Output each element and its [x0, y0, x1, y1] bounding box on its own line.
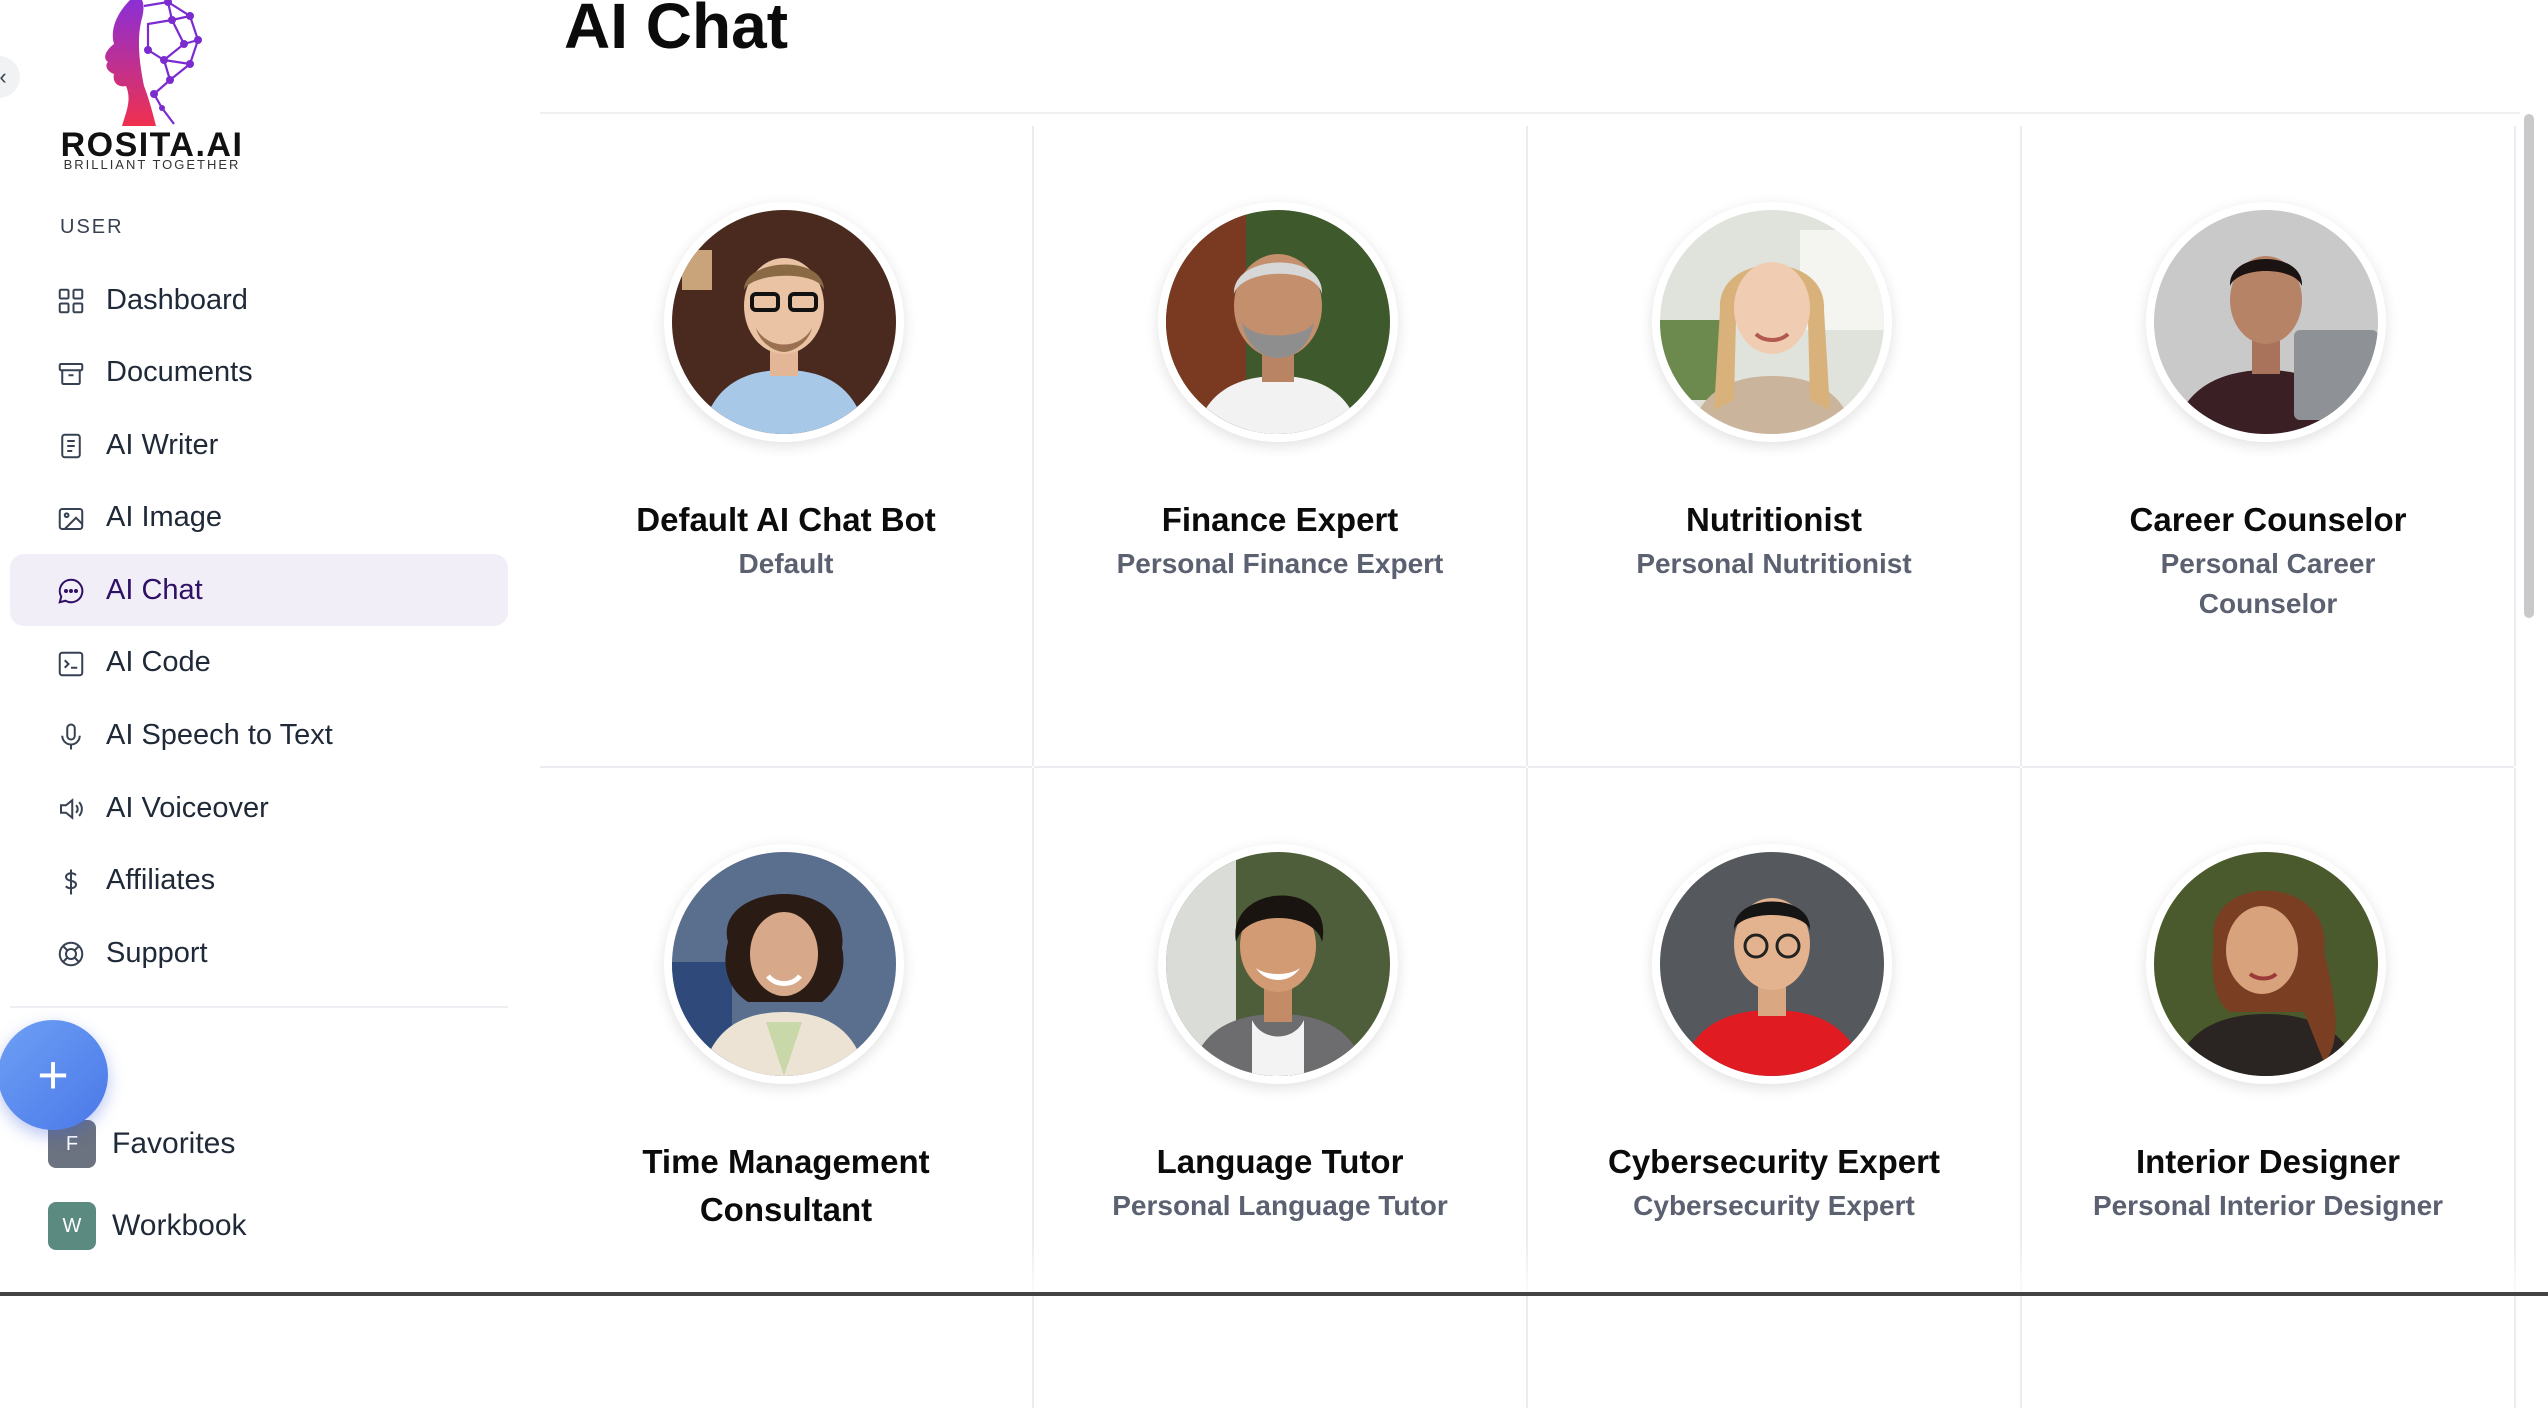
- chatbot-name: Cybersecurity Expert Cybersecurity Exper…: [1594, 1138, 1954, 1226]
- folder-workbook[interactable]: W Workbook: [48, 1202, 247, 1250]
- chatbot-grid: Default AI Chat Bot Default Finance Expe…: [540, 126, 2514, 1408]
- image-icon: [58, 507, 84, 530]
- sidebar-item-label: AI Writer: [106, 428, 219, 461]
- avatar: [1158, 844, 1398, 1084]
- chatbot-description: Personal Nutritionist: [1636, 548, 1912, 579]
- archive-icon: [58, 362, 84, 385]
- chatbot-name: Default AI Chat Bot Default: [606, 496, 966, 584]
- sidebar-item-documents[interactable]: Documents: [10, 337, 508, 409]
- avatar-image: [1166, 852, 1390, 1076]
- logo[interactable]: ROSITA.AI BRILLIANT TOGETHER: [52, 0, 252, 175]
- speaker-icon: [60, 798, 83, 820]
- avatar: [664, 202, 904, 442]
- page-title: AI Chat: [564, 0, 788, 62]
- sidebar-item-label: Dashboard: [106, 283, 248, 316]
- chatbot-description: Cybersecurity Expert: [1633, 1190, 1915, 1221]
- avatar: [1652, 844, 1892, 1084]
- chatbot-card-cybersecurity-expert[interactable]: Cybersecurity Expert Cybersecurity Exper…: [1528, 768, 2020, 1408]
- logo-head-icon: [105, 0, 202, 126]
- avatar: [2146, 202, 2386, 442]
- chatbot-name-text: Time Management Consultant: [642, 1143, 930, 1228]
- avatar-image: [1166, 210, 1390, 434]
- sidebar-item-label: Documents: [106, 356, 253, 389]
- plus-icon: +: [37, 1045, 69, 1105]
- chatbot-description: Personal Language Tutor: [1112, 1190, 1448, 1221]
- chatbot-card-interior-designer[interactable]: Interior Designer Personal Interior Desi…: [2022, 768, 2514, 1408]
- chatbot-name: Career Counselor Personal Career Counsel…: [2088, 496, 2448, 624]
- avatar-image: [672, 210, 896, 434]
- terminal-icon: [58, 651, 84, 677]
- avatar: [664, 844, 904, 1084]
- section-label-user: USER: [60, 216, 124, 238]
- chatbot-card-finance-expert[interactable]: Finance Expert Personal Finance Expert: [1034, 126, 1526, 766]
- sidebar-divider: [10, 1006, 508, 1008]
- sidebar-item-label: AI Voiceover: [106, 791, 269, 824]
- chevron-left-icon: ‹: [0, 64, 7, 89]
- chatbot-name: Time Management Consultant: [606, 1138, 966, 1234]
- chat-bubble-icon: [58, 579, 84, 605]
- avatar: [2146, 844, 2386, 1084]
- folder-label: Workbook: [112, 1209, 247, 1242]
- chatbot-description: Personal Career Counselor: [2160, 548, 2376, 619]
- sidebar-item-label: Support: [106, 936, 208, 969]
- folder-label: Favorites: [112, 1127, 236, 1160]
- avatar-image: [1660, 210, 1884, 434]
- avatar-image: [2154, 210, 2378, 434]
- sidebar-item-ai-code[interactable]: AI Code: [10, 627, 508, 699]
- folder-favorites[interactable]: F Favorites: [48, 1120, 235, 1168]
- sidebar-item-label: AI Image: [106, 501, 223, 534]
- add-button[interactable]: +: [0, 1020, 108, 1130]
- chatbot-description: Personal Finance Expert: [1116, 548, 1444, 579]
- chatbot-card-career-counselor[interactable]: Career Counselor Personal Career Counsel…: [2022, 126, 2514, 766]
- chatbot-name-text: Default AI Chat Bot: [636, 501, 936, 538]
- grid-icon: [58, 288, 84, 314]
- chatbot-card-nutritionist[interactable]: Nutritionist Personal Nutritionist: [1528, 126, 2020, 766]
- header-divider: [540, 112, 2520, 114]
- sidebar-nav: Dashboard Documents AI Writer AI Image A…: [10, 264, 508, 990]
- chatbot-card-language-tutor[interactable]: Language Tutor Personal Language Tutor: [1034, 768, 1526, 1408]
- avatar-image: [672, 852, 896, 1076]
- avatar: [1652, 202, 1892, 442]
- chatbot-name-text: Finance Expert: [1161, 501, 1399, 538]
- sidebar-item-ai-chat[interactable]: AI Chat: [10, 554, 508, 627]
- avatar-image: [2154, 852, 2378, 1076]
- chatbot-name-text: Career Counselor: [2129, 501, 2407, 538]
- avatar-image: [1660, 852, 1884, 1076]
- sidebar-item-ai-writer[interactable]: AI Writer: [10, 409, 508, 481]
- bottom-fade: [540, 1240, 2520, 1296]
- chatbot-card-time-management-consultant[interactable]: Time Management Consultant: [540, 768, 1032, 1408]
- chatbot-card-default-ai-chat-bot[interactable]: Default AI Chat Bot Default: [540, 126, 1032, 766]
- sidebar: ‹ ROSITA.AI BRILLIANT TOGETHER USER Dash…: [0, 0, 530, 1296]
- chatbot-name-text: Nutritionist: [1686, 501, 1862, 538]
- chatbot-name-text: Cybersecurity Expert: [1608, 1143, 1940, 1180]
- window-bottom-edge: [0, 1292, 2548, 1296]
- chatbot-description: Default: [738, 548, 834, 579]
- sidebar-item-label: Affiliates: [106, 864, 216, 897]
- scrollbar-thumb[interactable]: [2524, 114, 2534, 618]
- chatbot-name: Nutritionist Personal Nutritionist: [1594, 496, 1954, 584]
- sidebar-item-affiliates[interactable]: Affiliates: [10, 845, 508, 917]
- folder-letter-badge: W: [48, 1202, 96, 1250]
- microphone-icon: [61, 723, 81, 750]
- chatbot-name: Interior Designer Personal Interior Desi…: [2088, 1138, 2448, 1226]
- sidebar-item-label: AI Chat: [106, 573, 203, 606]
- dollar-icon: [64, 869, 78, 895]
- sidebar-item-label: AI Code: [106, 646, 211, 679]
- lifebuoy-icon: [58, 942, 84, 967]
- sidebar-item-dashboard[interactable]: Dashboard: [10, 264, 508, 336]
- chatbot-name: Language Tutor Personal Language Tutor: [1100, 1138, 1460, 1226]
- chatbot-name: Finance Expert Personal Finance Expert: [1100, 496, 1460, 584]
- sidebar-item-support[interactable]: Support: [10, 917, 508, 989]
- collapse-sidebar-button[interactable]: ‹: [0, 56, 20, 98]
- sidebar-item-ai-image[interactable]: AI Image: [10, 482, 508, 554]
- sidebar-item-ai-speech-to-text[interactable]: AI Speech to Text: [10, 700, 508, 772]
- document-icon: [61, 433, 81, 459]
- chatbot-description: Personal Interior Designer: [2092, 1190, 2444, 1221]
- chatbot-name-text: Interior Designer: [2135, 1143, 2401, 1180]
- chatbot-name-text: Language Tutor: [1156, 1143, 1404, 1180]
- avatar: [1158, 202, 1398, 442]
- sidebar-item-label: AI Speech to Text: [106, 719, 333, 752]
- logo-tagline: BRILLIANT TOGETHER: [63, 157, 241, 172]
- sidebar-item-ai-voiceover[interactable]: AI Voiceover: [10, 772, 508, 844]
